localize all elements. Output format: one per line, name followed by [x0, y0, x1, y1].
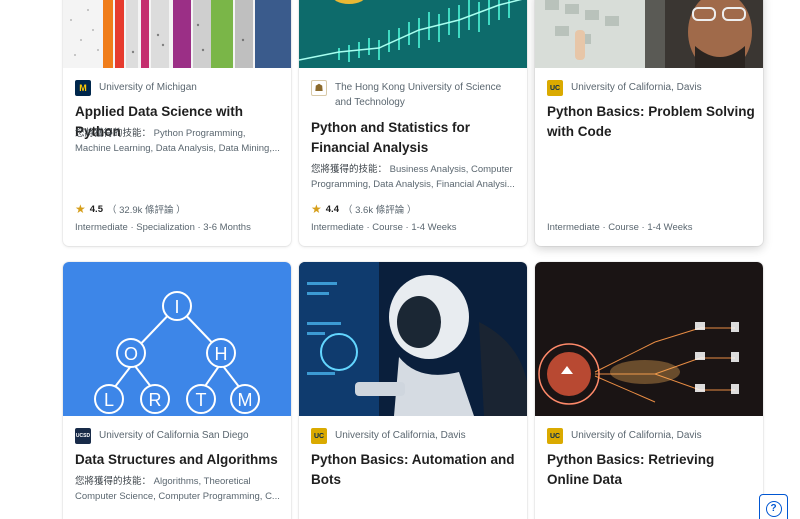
tree-node-label: H — [215, 344, 228, 364]
course-title[interactable]: Python Basics: Retrieving Online Data — [547, 450, 757, 490]
course-card[interactable]: I O H L R T M UCSD University of Califor… — [63, 262, 291, 519]
course-thumbnail — [63, 0, 291, 68]
skills-label: 您將獲得的技能： — [75, 128, 152, 139]
review-count: （ 3.6k 條評論 ） — [342, 205, 417, 216]
partner-name: The Hong Kong University of Science and … — [335, 82, 502, 108]
course-meta: Intermediate · Course · 1-4 Weeks — [311, 222, 457, 233]
uc-davis-logo: UC — [547, 80, 563, 96]
course-card[interactable]: UC University of California, Davis Pytho… — [535, 262, 763, 519]
rating-score: 4.5 — [89, 203, 103, 215]
course-meta: Intermediate · Specialization · 3-6 Mont… — [75, 222, 251, 233]
help-button[interactable]: ? — [759, 494, 788, 519]
course-card[interactable]: UC University of California, Davis Pytho… — [299, 262, 527, 519]
star-icon: ★ — [75, 202, 86, 216]
course-card[interactable]: ☗ The Hong Kong University of Science an… — [299, 0, 527, 246]
course-skills: 您將獲得的技能： Algorithms, Theoretical Compute… — [75, 474, 280, 504]
rating-score: 4.4 — [325, 203, 339, 215]
partner-row: M University of Michigan — [75, 80, 279, 96]
course-rating: ★ 4.4 （ 3.6k 條評論 ） — [311, 202, 416, 216]
review-count: （ 32.9k 條評論 ） — [106, 205, 186, 216]
course-title[interactable]: Python and Statistics for Financial Anal… — [311, 118, 521, 158]
course-skills: 您將獲得的技能： Business Analysis, Computer Pro… — [311, 162, 516, 192]
course-thumbnail — [535, 0, 763, 68]
skills-label: 您將獲得的技能： — [75, 476, 152, 487]
university-of-michigan-logo: M — [75, 80, 91, 96]
uc-davis-logo: UC — [311, 428, 327, 444]
course-thumbnail: I O H L R T M — [63, 262, 291, 416]
partner-name: University of California, Davis — [335, 430, 466, 441]
course-card[interactable]: UC University of California, Davis Pytho… — [535, 0, 763, 246]
course-title[interactable]: Python Basics: Problem Solving with Code — [547, 102, 757, 142]
partner-row: UC University of California, Davis — [547, 428, 751, 444]
partner-name: University of California, Davis — [571, 430, 702, 441]
course-thumbnail — [535, 262, 763, 416]
ucsd-logo: UCSD — [75, 428, 91, 444]
skills-label: 您將獲得的技能： — [311, 164, 388, 175]
course-thumbnail — [299, 262, 527, 416]
tree-node-label: L — [104, 390, 114, 410]
course-title[interactable]: Python Basics: Automation and Bots — [311, 450, 521, 490]
partner-name: University of California San Diego — [99, 430, 249, 441]
course-thumbnail — [299, 0, 527, 68]
partner-row: ☗ The Hong Kong University of Science an… — [311, 80, 515, 110]
hkust-logo: ☗ — [311, 80, 327, 96]
partner-name: University of California, Davis — [571, 82, 702, 93]
partner-name: University of Michigan — [99, 82, 197, 93]
tree-node-label: R — [149, 390, 162, 410]
partner-row: UC University of California, Davis — [547, 80, 751, 96]
help-icon: ? — [765, 500, 782, 517]
star-icon: ★ — [311, 202, 322, 216]
partner-row: UC University of California, Davis — [311, 428, 515, 444]
tree-node-label: I — [174, 297, 179, 317]
tree-node-label: M — [238, 390, 253, 410]
course-skills: 您將獲得的技能： Python Programming, Machine Lea… — [75, 126, 280, 156]
course-meta: Intermediate · Course · 1-4 Weeks — [547, 222, 693, 233]
partner-row: UCSD University of California San Diego — [75, 428, 279, 444]
uc-davis-logo: UC — [547, 428, 563, 444]
tree-node-label: O — [124, 344, 138, 364]
course-rating: ★ 4.5 （ 32.9k 條評論 ） — [75, 202, 186, 216]
course-card[interactable]: M University of Michigan Applied Data Sc… — [63, 0, 291, 246]
tree-node-label: T — [196, 390, 207, 410]
course-title[interactable]: Data Structures and Algorithms — [75, 450, 285, 470]
